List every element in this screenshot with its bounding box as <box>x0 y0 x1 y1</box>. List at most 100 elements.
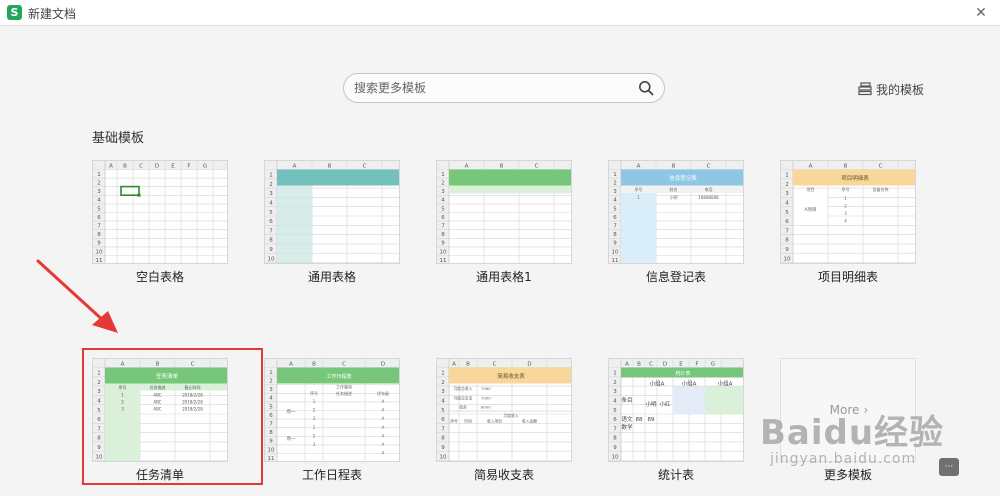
thumb-text: 3 <box>313 442 316 447</box>
row-number: 8 <box>785 238 789 244</box>
row-number: 1 <box>441 172 445 178</box>
column-header-bar <box>437 161 571 170</box>
template-thumbnail: 1 2 3 4 5 6 7 8 9 10 11 A B C D E F G <box>92 160 228 264</box>
row-number: 10 <box>612 454 619 460</box>
close-button[interactable]: ✕ <box>972 4 990 22</box>
row-number: 3 <box>785 191 789 197</box>
template-label: 统计表 <box>657 468 694 482</box>
template-label: 工作日程表 <box>301 468 362 482</box>
row-number: 1 <box>613 371 617 377</box>
thumb-text: 2 <box>313 408 316 413</box>
row-number: 4 <box>269 201 273 207</box>
thumb-text: 语文 <box>621 415 633 423</box>
row-number: 7 <box>441 224 445 230</box>
template-info-registration[interactable]: 1 2 3 4 5 6 7 8 9 10 11 A B C 信息登记表 序号 姓名 电话 1 小明 18888888 信… <box>596 160 756 292</box>
template-general-table-1[interactable]: 1 2 3 4 5 6 7 8 9 10 11 A B C 通用表格1 <box>424 160 584 292</box>
row-number: 6 <box>613 417 617 423</box>
column-letter: A <box>109 163 113 169</box>
column-header-bar <box>437 359 571 368</box>
row-number: 6 <box>441 417 445 423</box>
thumb-text: 序号 <box>310 390 318 396</box>
row-number: 11 <box>268 456 275 462</box>
thumb-text: 序号 <box>842 186 850 192</box>
my-templates-button[interactable]: 我的模板 <box>858 80 924 98</box>
row-number: 9 <box>441 241 445 247</box>
column-letter: C <box>649 361 653 367</box>
row-number: 7 <box>441 426 445 432</box>
row-number: 1 <box>97 172 101 178</box>
row-number: 2 <box>97 181 101 187</box>
row-number: 3 <box>441 189 445 195</box>
thumb-text: 序号 <box>635 186 643 192</box>
row-number: 7 <box>613 426 617 432</box>
column-letter: A <box>452 361 456 367</box>
row-number: 5 <box>269 404 273 410</box>
template-general-table[interactable]: 1 2 3 4 5 6 7 8 9 10 A B C 通用表格 <box>252 160 412 292</box>
template-statistics[interactable]: 1 2 3 4 5 6 7 8 9 10 A B C D E F G 统计表 小组A 小组A 小组A 条目 小明 小红 语文 数学… <box>596 358 756 490</box>
row-number: 1 <box>785 173 789 179</box>
row-number: 8 <box>269 238 273 244</box>
row-number: 4 <box>785 201 789 207</box>
thumb-text: 1 <box>313 425 316 430</box>
row-number: 2 <box>613 181 617 187</box>
thumb-text: 时间 <box>464 419 472 424</box>
row-number: 8 <box>441 232 445 238</box>
thumb-text: A <box>382 425 385 430</box>
row-number: 1 <box>269 370 273 376</box>
row-number: 7 <box>785 228 789 234</box>
thumb-text: 1 <box>313 399 316 404</box>
row-number: 10 <box>268 447 275 453</box>
row-number: 1 <box>441 371 445 377</box>
row-number: 8 <box>441 436 445 442</box>
section-title: 基础模板 <box>92 131 145 146</box>
column-letter: B <box>500 163 504 169</box>
row-number: 11 <box>440 258 447 264</box>
column-letter: A <box>465 163 469 169</box>
thumb-text: 条目 <box>621 396 632 404</box>
column-letter: B <box>672 163 676 169</box>
thumb-text: 1 <box>844 196 847 201</box>
column-letter: D <box>155 163 159 169</box>
thumb-text: 1 <box>637 195 640 200</box>
row-number: 6 <box>785 219 789 225</box>
thumb-text: 2 <box>313 433 316 438</box>
row-number: 2 <box>613 380 617 386</box>
row-number: 3 <box>613 389 617 395</box>
template-search-box[interactable] <box>343 73 665 103</box>
thumb-text: 收入项目 <box>487 419 502 424</box>
column-letter: D <box>663 361 667 367</box>
highlight-box <box>82 348 263 485</box>
title-bar: S 新建文档 ✕ <box>0 0 1000 26</box>
chat-icon[interactable]: ··· <box>939 458 959 476</box>
row-number: 10 <box>440 454 447 460</box>
template-simple-budget[interactable]: 1 2 3 4 5 6 7 8 9 10 A B C D 简易收支表 月度总收入 月度总支出 结余 7060 7000… <box>424 358 584 490</box>
thumb-text: 3 <box>844 211 847 216</box>
column-letter: C <box>535 163 539 169</box>
thumb-text: 88 <box>636 417 643 423</box>
template-thumbnail: 1 2 3 4 5 6 7 8 9 10 A B C <box>264 160 400 264</box>
row-number: 5 <box>269 210 273 216</box>
fill-handle <box>137 193 141 197</box>
thumb-text: A <box>382 433 385 438</box>
template-thumbnail: 1 2 3 4 5 6 7 8 9 10 A B C 项目明细表 项目 序号 设备名称 A项目 1 2 3 4 <box>780 160 916 264</box>
thumb-text: 工作事项 <box>336 384 352 390</box>
search-input[interactable] <box>354 74 624 102</box>
template-work-schedule[interactable]: 1 2 3 4 5 6 7 8 9 10 11 A B C D 工作日程表 工作事项 序号 任务描述 优先级 周一 周一 1… <box>252 358 412 490</box>
row-number: 8 <box>613 232 617 238</box>
thumb-text: 小明 <box>645 400 657 408</box>
template-project-detail[interactable]: 1 2 3 4 5 6 7 8 9 10 A B C 项目明细表 项目 序号 设备名称 A项目 1 2 3 4 项目明细表 <box>768 160 928 292</box>
search-icon[interactable] <box>638 80 654 96</box>
row-number: 6 <box>613 215 617 221</box>
thumb-text: 周一 <box>287 409 296 415</box>
row-number: 9 <box>441 445 445 451</box>
column-letter: B <box>123 163 127 169</box>
template-label: 信息登记表 <box>645 270 706 284</box>
column-letter: A <box>809 163 813 169</box>
thumb-text: 结余 <box>459 405 467 410</box>
thumb-text: 3 <box>313 416 316 421</box>
column-header-bar <box>609 359 743 368</box>
thumb-text: 月度收入 <box>503 413 518 418</box>
row-number: 3 <box>441 389 445 395</box>
column-letter: F <box>187 163 190 169</box>
thumb-text: 8000 <box>481 405 491 410</box>
